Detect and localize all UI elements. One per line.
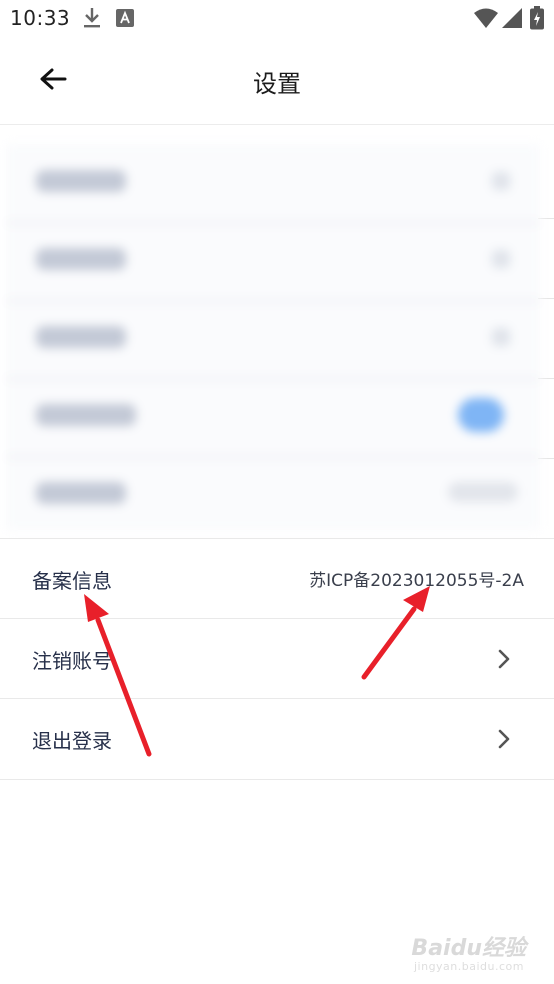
filing-info-row[interactable]: 备案信息 苏ICP备2023012055号-2A — [0, 538, 554, 619]
status-time: 10:33 — [10, 6, 71, 30]
status-bar: 10:33 — [0, 0, 554, 38]
deactivate-account-row[interactable]: 注销账号 — [0, 618, 554, 699]
deactivate-account-label: 注销账号 — [32, 649, 112, 673]
battery-charging-icon — [530, 6, 544, 34]
blurred-settings-area — [0, 124, 554, 538]
chevron-right-icon — [492, 727, 516, 751]
baidu-watermark-url: jingyan.baidu.com — [413, 960, 524, 973]
baidu-watermark: Baidu经验 — [411, 936, 526, 961]
wifi-icon — [474, 8, 498, 32]
filing-info-value: 苏ICP备2023012055号-2A — [309, 571, 524, 591]
logout-label: 退出登录 — [32, 729, 112, 753]
signal-icon — [502, 8, 522, 32]
filing-info-label: 备案信息 — [32, 569, 112, 593]
a-notification-icon — [116, 9, 134, 31]
header: 设置 — [0, 38, 554, 125]
page-title: 设置 — [253, 70, 301, 98]
chevron-right-icon — [492, 647, 516, 671]
logout-row[interactable]: 退出登录 — [0, 698, 554, 780]
download-icon — [82, 6, 102, 34]
